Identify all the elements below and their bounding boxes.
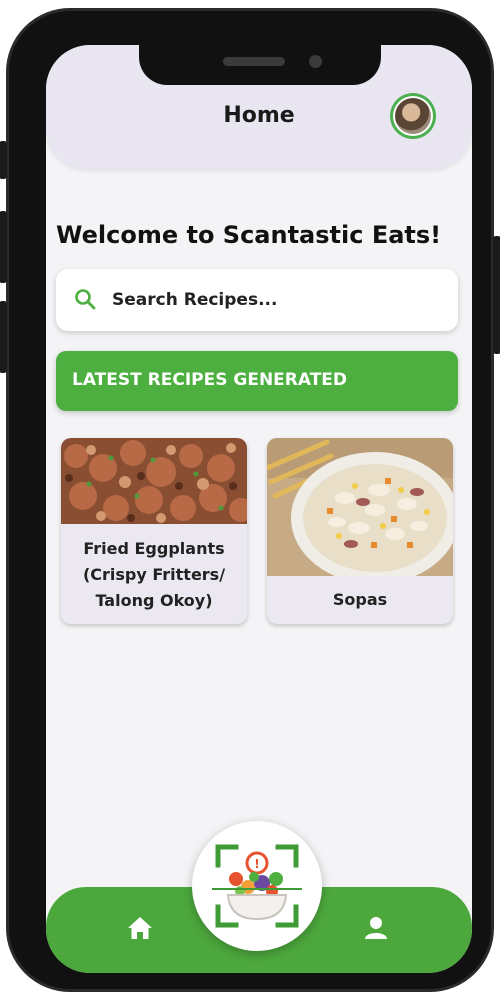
latest-recipes-title: LATEST RECIPES GENERATED [72, 370, 348, 390]
volume-up-button [0, 211, 7, 283]
welcome-heading: Welcome to Scantastic Eats! [56, 221, 442, 249]
avatar-frame [393, 96, 433, 136]
search-input[interactable]: Search Recipes... [56, 269, 458, 331]
svg-text:!: ! [254, 857, 259, 871]
search-icon [74, 288, 96, 314]
latest-recipes-banner: LATEST RECIPES GENERATED [56, 351, 458, 411]
home-icon[interactable] [126, 915, 154, 945]
recipe-image-fried-eggplants [61, 438, 247, 524]
scan-food-icon: ! [212, 844, 302, 928]
recipe-image-sopas [267, 438, 453, 576]
scan-food-button[interactable]: ! [192, 821, 322, 951]
recipe-card[interactable]: Fried Eggplants (Crispy Fritters/ Talong… [61, 438, 247, 624]
mute-switch [0, 141, 7, 179]
power-button [493, 236, 500, 354]
recipe-card-title: Fried Eggplants (Crispy Fritters/ Talong… [82, 539, 226, 610]
search-placeholder: Search Recipes... [112, 290, 278, 310]
speaker-grille [223, 57, 285, 66]
volume-down-button [0, 301, 7, 373]
notch [139, 23, 381, 85]
recipe-card[interactable]: Sopas [267, 438, 453, 624]
recipe-card-title: Sopas [332, 590, 388, 609]
app-screen: Home Welcome to Scantastic Eats! Search … [46, 45, 472, 973]
user-avatar[interactable] [390, 93, 436, 139]
phone-frame: Home Welcome to Scantastic Eats! Search … [0, 8, 500, 992]
front-camera [309, 55, 322, 68]
avatar-photo [395, 98, 431, 134]
profile-icon[interactable] [362, 915, 390, 945]
